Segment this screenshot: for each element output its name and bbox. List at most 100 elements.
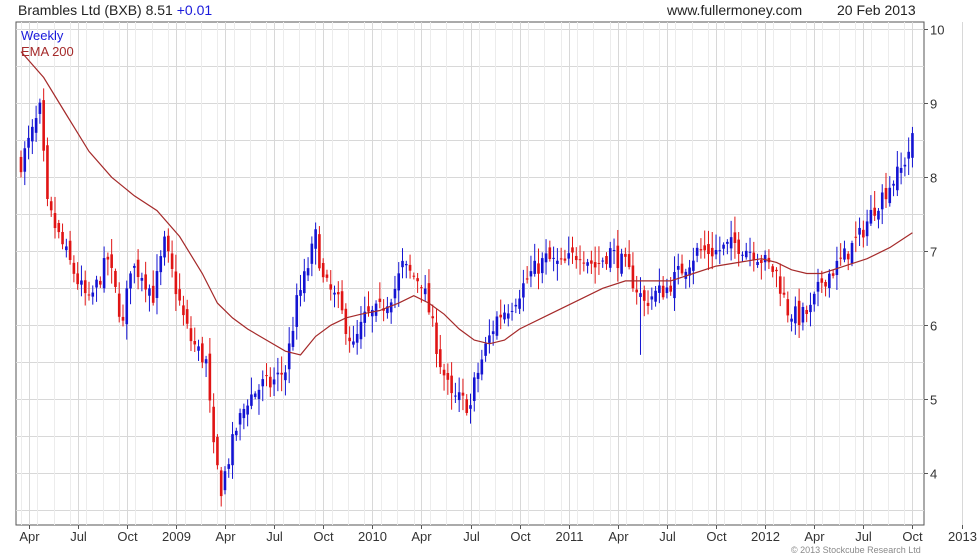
candle-up	[748, 251, 752, 253]
candle-up	[370, 309, 374, 317]
candle-down	[110, 254, 113, 268]
candle-down	[367, 306, 370, 312]
x-tick-label: Oct	[117, 529, 138, 544]
candle-up	[488, 335, 491, 343]
candle-up	[741, 254, 744, 256]
candle-down	[669, 285, 672, 292]
candle-down	[72, 262, 76, 274]
candle-up	[197, 346, 200, 351]
candle-up	[469, 405, 472, 409]
candle-down	[144, 274, 147, 290]
candlestick-chart: 4 5 6 7 8 9 10 Apr Jul Oct 2009 Apr Jul Oct 2010 Apr Jul…	[15, 21, 977, 544]
candle-up	[163, 236, 166, 258]
candle-down	[170, 253, 174, 269]
candle-up	[794, 306, 797, 324]
candle-down	[680, 263, 684, 274]
candle-up	[65, 246, 68, 251]
candle-down	[318, 234, 321, 269]
candle-up	[38, 102, 42, 114]
candle-up	[223, 471, 227, 491]
candle-up	[506, 313, 510, 319]
y-tick-label: 4	[930, 467, 937, 482]
candle-up	[892, 183, 895, 186]
candle-up	[95, 279, 98, 288]
candle-up	[726, 241, 729, 244]
candle-down	[846, 253, 850, 260]
y-tick-label: 9	[930, 97, 937, 112]
candle-down	[212, 406, 215, 443]
candle-down	[435, 322, 438, 354]
candle-down	[574, 255, 578, 261]
candle-up	[155, 271, 159, 298]
candle-up	[291, 330, 295, 347]
candle-down	[593, 262, 597, 268]
x-tick-label: Apr	[608, 529, 629, 544]
candle-up	[133, 265, 136, 268]
candle-down	[631, 265, 635, 289]
candle-down	[578, 259, 582, 261]
candle-up	[869, 209, 873, 224]
candle-down	[182, 305, 185, 316]
candle-up	[816, 281, 820, 292]
candle-down	[499, 314, 503, 318]
candle-down	[605, 256, 608, 265]
candle-down	[219, 470, 223, 497]
candle-up	[295, 295, 299, 327]
candle-up	[514, 304, 518, 307]
candle-down	[68, 240, 72, 260]
x-tick-label: Oct	[510, 529, 531, 544]
y-tick-label: 5	[930, 393, 937, 408]
candle-up	[484, 343, 487, 356]
x-tick-label: Apr	[411, 529, 432, 544]
candle-down	[737, 239, 740, 254]
candle-up	[159, 256, 163, 273]
candle-up	[393, 288, 397, 299]
candle-down	[873, 207, 876, 216]
candle-up	[495, 316, 499, 336]
candle-up	[692, 260, 695, 271]
candle-up	[896, 166, 899, 191]
candle-up	[556, 260, 559, 264]
candle-down	[824, 281, 827, 287]
candle-up	[608, 248, 612, 268]
candle-down	[699, 249, 703, 251]
candle-down	[208, 353, 212, 401]
candle-down	[87, 294, 91, 296]
candle-down	[427, 283, 431, 313]
candle-up	[888, 187, 892, 204]
candle-down	[216, 436, 219, 466]
candle-down	[862, 229, 865, 238]
candle-down	[340, 291, 344, 311]
candle-up	[907, 151, 910, 159]
candle-up	[352, 341, 355, 345]
candle-up	[533, 260, 537, 274]
candle-down	[167, 235, 170, 252]
candle-down	[646, 302, 650, 306]
candle-down	[805, 309, 808, 314]
candle-up	[284, 372, 287, 381]
candle-up	[454, 395, 457, 397]
x-tick-label: Apr	[215, 529, 236, 544]
candle-up	[257, 389, 261, 399]
x-tick-label: Apr	[19, 529, 40, 544]
candle-up	[695, 247, 699, 256]
candle-down	[775, 269, 778, 272]
candle-down	[321, 262, 325, 278]
candle-up	[250, 394, 253, 406]
candle-up	[903, 164, 907, 167]
candle-down	[19, 156, 23, 173]
candle-down	[771, 266, 774, 272]
candle-down	[280, 372, 283, 375]
candle-down	[525, 278, 529, 280]
candle-down	[416, 278, 419, 282]
candle-down	[707, 244, 710, 255]
candle-up	[510, 310, 514, 312]
candle-up	[401, 260, 404, 268]
candle-down	[782, 292, 786, 295]
y-tick-label: 10	[930, 23, 944, 38]
candle-up	[374, 303, 378, 316]
candle-up	[676, 266, 680, 270]
candle-up	[314, 229, 317, 249]
x-tick-label: 2009	[162, 529, 191, 544]
candle-down	[336, 292, 340, 295]
